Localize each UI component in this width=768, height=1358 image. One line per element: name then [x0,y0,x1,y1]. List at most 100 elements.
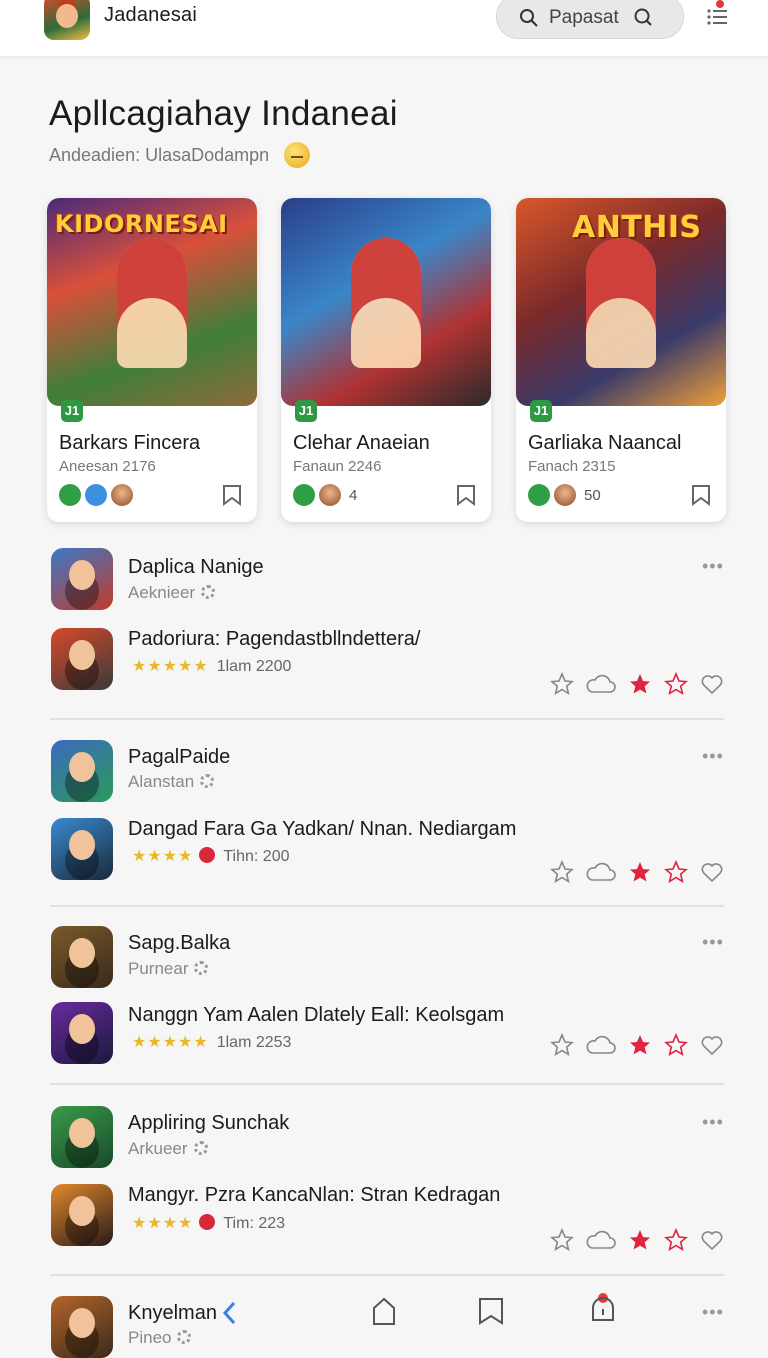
developer-name: Pineo [128,1328,192,1348]
app-description: Dangad Fara Ga Yadkan/ Nnan. Nediargam [128,818,517,840]
play-icon [59,484,81,506]
bookmark-nav-icon[interactable] [476,1296,506,1326]
rating-stars: ★★★★★ 1lam 2253 [132,1034,292,1051]
app-icon [51,548,113,610]
cloud-icon[interactable] [586,1228,616,1252]
star-filled-icon[interactable] [628,860,652,884]
rating-stars: ★★★★ Tim: 223 [132,1214,286,1232]
more-options-icon[interactable]: ••• [702,746,724,767]
action-bar [550,1228,724,1252]
card-badge: J1 [530,400,552,422]
more-options-icon[interactable]: ••• [702,1302,724,1323]
star-outline-icon[interactable] [550,1228,574,1252]
card-subtitle: Fanach 2315 [528,458,616,475]
search-text: Papasat [549,7,619,28]
app-icon [51,1184,113,1246]
action-bar [550,1033,724,1057]
app-icon [51,1296,113,1358]
app-description: Nanggn Yam Aalen Dlately Eall: Keolsgam [128,1004,505,1026]
featured-card-3[interactable]: ANTHIS J1 Garliaka Naancal Fanach 2315 5… [516,198,726,522]
star-filled-icon[interactable] [628,1033,652,1057]
boost-icon [85,484,107,506]
bookmark-icon[interactable] [455,484,477,506]
divider [50,1083,724,1085]
app-meta: 1lam 2253 [216,1034,292,1051]
heart-icon[interactable] [700,860,724,884]
app-name: Jadanesai [104,4,197,26]
card-count: 50 [584,486,601,504]
app-meta: 1lam 2200 [216,658,292,675]
star-outline-icon[interactable] [550,672,574,696]
card-title: Clehar Anaeian [293,432,430,454]
liked-heart-icon [199,847,216,863]
home-icon[interactable] [370,1296,398,1326]
app-icon [51,628,113,690]
featured-card-2[interactable]: J1 Clehar Anaeian Fanaun 2246 4 [281,198,491,522]
settings-icon [194,961,209,975]
liked-heart-icon [199,1214,216,1230]
action-bar [550,860,724,884]
star-filled-icon[interactable] [628,1228,652,1252]
card-title: Barkars Fincera [59,432,201,454]
search-icon [520,9,538,27]
card-tags: 4 [293,484,357,506]
card-title: Garliaka Naancal [528,432,682,454]
cloud-icon[interactable] [586,672,616,696]
more-options-icon[interactable]: ••• [702,932,724,953]
app-name: Knyelman [128,1302,217,1324]
more-options-icon[interactable]: ••• [702,1112,724,1133]
notification-bell-icon[interactable] [588,1292,618,1326]
play-icon [293,484,315,506]
app-icon [51,1106,113,1168]
play-icon [528,484,550,506]
divider [50,1274,724,1276]
cloud-icon[interactable] [586,1033,616,1057]
settings-icon [177,1330,192,1344]
developer-name: Alanstan [128,772,215,792]
app-name: PagalPaide [128,746,231,768]
app-icon [51,740,113,802]
developer-name: Arkueer [128,1139,208,1159]
friend-avatar-icon [554,484,576,506]
divider [50,718,724,720]
settings-icon [200,774,215,788]
action-bar [550,672,724,696]
heart-icon[interactable] [700,672,724,696]
star-filled-icon[interactable] [628,672,652,696]
friend-avatar-icon [111,484,133,506]
star-outline-red-icon[interactable] [664,1033,688,1057]
card-banner-title: KIDORNESAI [55,210,228,238]
back-chevron-icon[interactable] [220,1300,238,1326]
star-outline-red-icon[interactable] [664,1228,688,1252]
star-outline-icon[interactable] [550,1033,574,1057]
app-logo[interactable] [44,0,90,40]
card-banner-title: ANTHIS [572,210,702,245]
card-tags [59,484,141,506]
card-badge: J1 [295,400,317,422]
more-options-icon[interactable]: ••• [702,556,724,577]
card-subtitle: Aneesan 2176 [59,458,156,475]
friend-avatar-icon [319,484,341,506]
app-name: Sapg.Balka [128,932,231,954]
cloud-icon[interactable] [586,860,616,884]
star-outline-icon[interactable] [550,860,574,884]
search-submit-icon[interactable] [633,7,653,27]
app-description: Mangyr. Pzra KancaNlan: Stran Kedragan [128,1184,501,1206]
bookmark-icon[interactable] [690,484,712,506]
app-name: Daplica Nanige [128,556,264,578]
featured-card-1[interactable]: KIDORNESAI J1 Barkars Fincera Aneesan 21… [47,198,257,522]
star-outline-red-icon[interactable] [664,860,688,884]
developer-name: Purnear [128,959,209,979]
settings-icon [201,585,216,599]
page-subtitle: Andeadien: UlasaDodampn [49,145,270,165]
neutral-face-emoji-icon [284,142,310,168]
app-icon [51,1002,113,1064]
search-bar[interactable]: Papasat [496,0,684,39]
star-outline-red-icon[interactable] [664,672,688,696]
bookmark-icon[interactable] [221,484,243,506]
rating-stars: ★★★★ Tihn: 200 [132,847,290,865]
divider [50,905,724,907]
developer-name: Aeknieer [128,583,216,603]
heart-icon[interactable] [700,1033,724,1057]
heart-icon[interactable] [700,1228,724,1252]
